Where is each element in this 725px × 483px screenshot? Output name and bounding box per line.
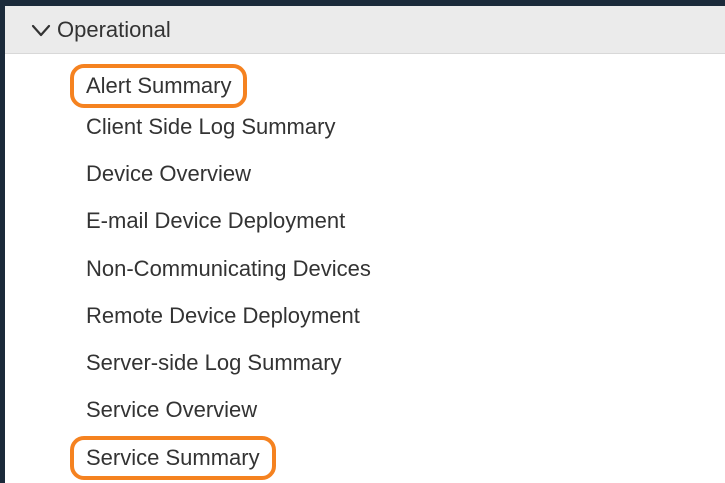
report-item-email-device-deployment[interactable]: E-mail Device Deployment xyxy=(86,205,345,237)
report-item-alert-summary[interactable]: Alert Summary xyxy=(70,64,248,108)
report-item-client-side-log-summary[interactable]: Client Side Log Summary xyxy=(86,111,335,143)
group-header-operational[interactable]: Operational xyxy=(5,6,725,54)
group-title: Operational xyxy=(57,16,171,42)
report-item-device-overview[interactable]: Device Overview xyxy=(86,158,251,190)
report-tree-panel: Operational Alert Summary Client Side Lo… xyxy=(5,6,725,483)
report-item-remote-device-deployment[interactable]: Remote Device Deployment xyxy=(86,300,360,332)
report-item-server-side-log-summary[interactable]: Server-side Log Summary xyxy=(86,347,342,379)
report-item-service-summary[interactable]: Service Summary xyxy=(70,436,276,480)
report-item-non-communicating-devices[interactable]: Non-Communicating Devices xyxy=(86,253,371,285)
chevron-down-icon[interactable] xyxy=(29,18,53,42)
report-item-service-overview[interactable]: Service Overview xyxy=(86,394,257,426)
